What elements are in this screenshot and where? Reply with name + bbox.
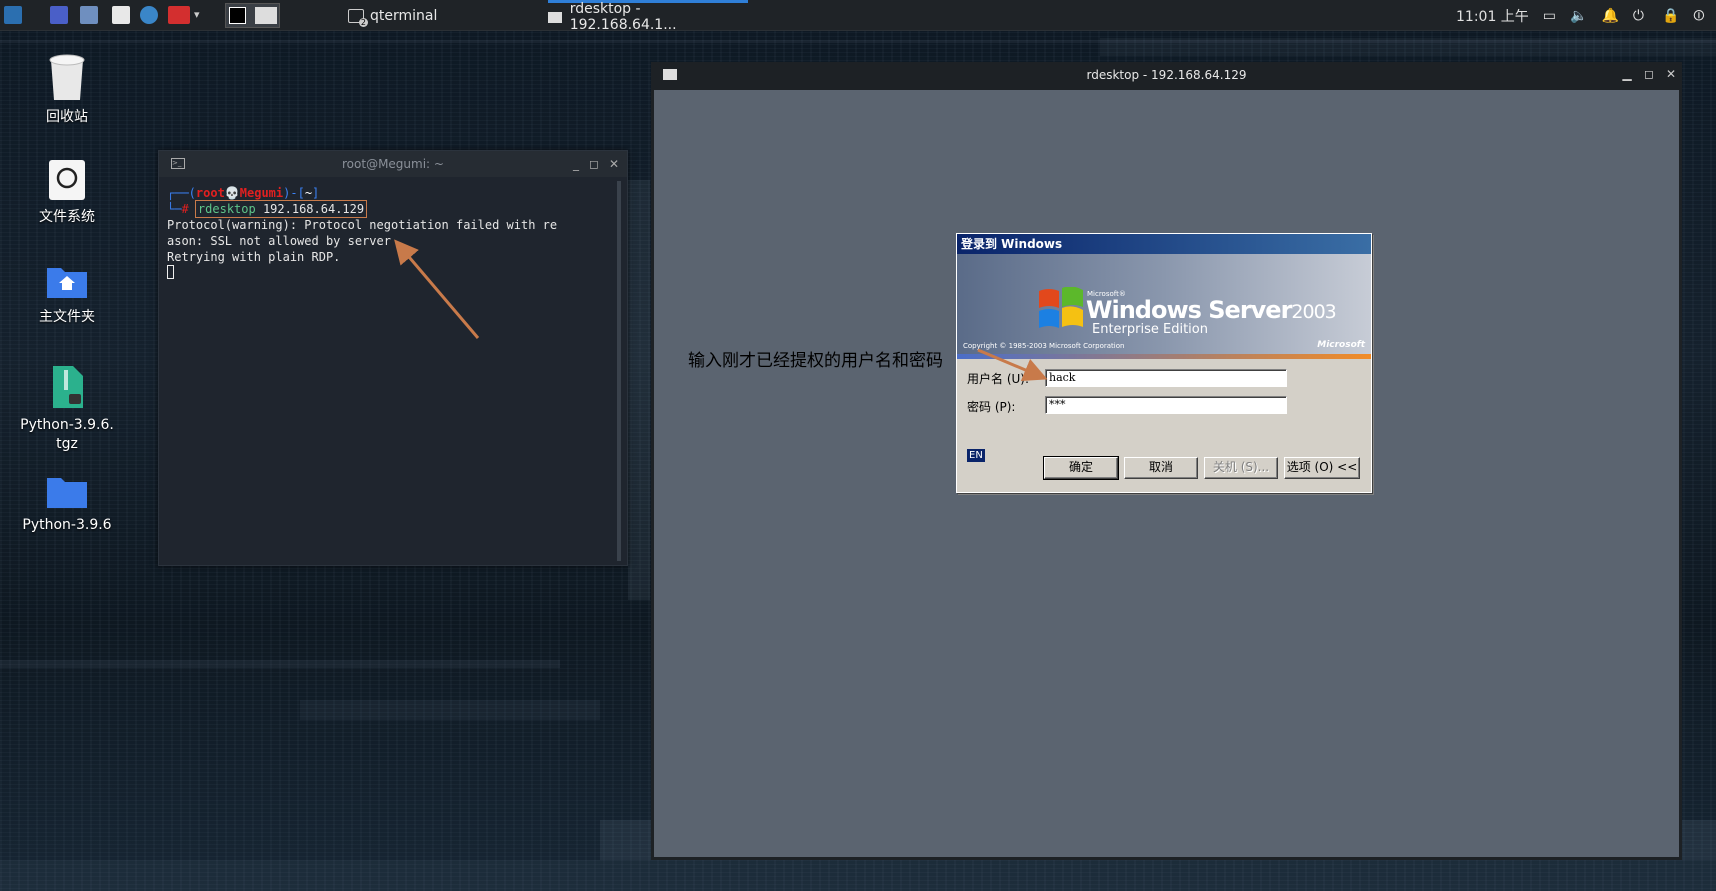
desktop-icon-python-folder[interactable]: Python-3.9.6 [12,474,122,535]
terminal-output[interactable]: ┌──(root💀Megumi)-[~] └─# rdesktop 192.16… [159,177,627,283]
ok-button[interactable]: 确定 [1043,456,1119,480]
top-panel: ▾ 2 qterminal rdesktop - 192.168.64.1...… [0,0,1716,33]
trash-icon [49,54,85,100]
workspace-1[interactable] [229,7,246,24]
display-icon[interactable]: ▭ [1543,8,1556,24]
terminal-launcher-icon[interactable] [168,6,190,24]
maximize-button[interactable]: ◻ [589,157,599,171]
archive-file-icon [53,366,83,408]
kali-menu-icon[interactable] [4,6,22,24]
cursor [167,265,174,279]
close-button[interactable]: ✕ [609,157,619,171]
folder-icon [47,478,87,508]
desktop-icon-home[interactable]: 主文件夹 [12,262,122,327]
windows-login-dialog[interactable]: 登录到 Windows Microsoft® Windows Server200… [956,233,1372,493]
task-rdesktop[interactable]: rdesktop - 192.168.64.1... [548,0,748,33]
username-field[interactable]: hack [1045,369,1287,387]
rdesktop-titlebar[interactable]: rdesktop - 192.168.64.129 ▁ ◻ ✕ [651,62,1682,88]
options-button[interactable]: 选项 (O) << [1284,457,1360,479]
power-icon[interactable]: ⏼ [1693,8,1704,24]
product-name: Windows Server2003 [1086,296,1337,324]
clock[interactable]: 11:01 上午 [1456,6,1529,26]
windows-flag-icon [1039,287,1083,328]
file-manager-icon[interactable] [80,6,98,24]
volume-icon[interactable]: 🔈 [1570,8,1587,24]
power-manager-icon[interactable]: ⏻ [1633,8,1644,24]
desktop-icon-python-tgz[interactable]: Python-3.9.6. tgz [12,364,122,454]
output-line-2: ason: SSL not allowed by server [167,234,391,248]
window-icon [548,11,562,23]
minimize-button[interactable]: ▁ [1620,67,1634,81]
scrollbar[interactable] [617,181,621,561]
cancel-button[interactable]: 取消 [1124,457,1198,479]
maximize-button[interactable]: ◻ [1642,67,1656,81]
system-tray: 11:01 上午 ▭ 🔈 🔔 ⏻ 🔒 ⏼ [1456,0,1705,31]
terminal-window[interactable]: >_ root@Megumi: ~ _ ◻ ✕ ┌──(root💀Megumi)… [158,150,628,566]
workspace-switcher[interactable] [225,3,280,28]
close-button[interactable]: ✕ [1664,67,1678,81]
chevron-down-icon[interactable]: ▾ [194,8,200,21]
command-args: 192.168.64.129 [262,202,365,216]
dialog-caption: 登录到 Windows [957,234,1371,254]
text-editor-icon[interactable] [112,6,130,24]
task-qterminal[interactable]: 2 qterminal [348,0,548,31]
terminal-icon: >_ [171,158,185,169]
window-icon [663,69,677,80]
windows-banner: Microsoft® Windows Server2003 Enterprise… [957,254,1371,354]
browser-icon[interactable] [140,6,158,24]
workspace-2[interactable] [255,7,277,24]
password-field[interactable]: *** [1045,396,1287,414]
username-label: 用户名 (U): [967,372,1030,386]
home-folder-icon [47,268,87,298]
output-line-3: Retrying with plain RDP. [167,250,341,264]
minimize-button[interactable]: _ [573,157,579,171]
desktop-icon-filesystem[interactable]: 文件系统 [12,158,122,227]
banner-stripe [957,354,1371,359]
lock-icon[interactable]: 🔒 [1662,8,1679,24]
drive-icon [49,160,85,200]
show-desktop-icon[interactable] [50,6,68,24]
shutdown-button[interactable]: 关机 (S)... [1204,457,1278,479]
annotation-text: 输入刚才已经提权的用户名和密码 [688,351,943,371]
language-indicator[interactable]: EN [967,449,985,462]
notification-bell-icon[interactable]: 🔔 [1601,8,1618,24]
desktop-icon-trash[interactable]: 回收站 [12,52,122,127]
output-line-1: Protocol(warning): Protocol negotiation … [167,218,558,232]
terminal-titlebar[interactable]: >_ root@Megumi: ~ _ ◻ ✕ [159,151,627,177]
password-label: 密码 (P): [967,400,1016,414]
terminal-icon: 2 [348,8,368,27]
